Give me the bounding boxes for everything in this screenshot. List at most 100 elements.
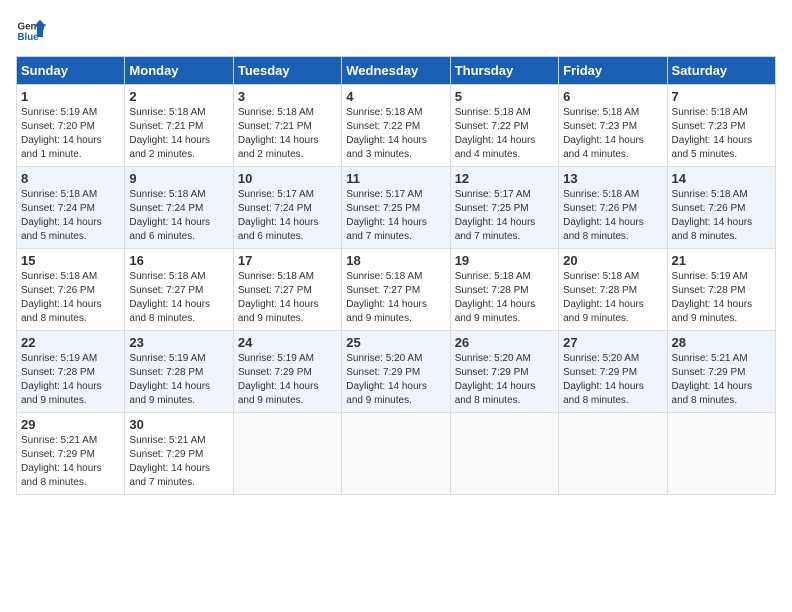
day-cell: 10 Sunrise: 5:17 AM Sunset: 7:24 PM Dayli…	[233, 167, 341, 249]
day-cell: 1 Sunrise: 5:19 AM Sunset: 7:20 PM Daylig…	[17, 85, 125, 167]
day-number: 12	[455, 171, 554, 186]
day-cell	[450, 413, 558, 495]
day-cell: 4 Sunrise: 5:18 AM Sunset: 7:22 PM Daylig…	[342, 85, 450, 167]
day-number: 30	[129, 417, 228, 432]
calendar-table: SundayMondayTuesdayWednesdayThursdayFrid…	[16, 56, 776, 495]
col-header-wednesday: Wednesday	[342, 57, 450, 85]
day-cell: 9Sunrise: 5:18 AM Sunset: 7:24 PM Daylig…	[125, 167, 233, 249]
day-info: Sunrise: 5:18 AM Sunset: 7:27 PM Dayligh…	[238, 270, 337, 326]
day-number: 16	[129, 253, 228, 268]
day-cell: 14 Sunrise: 5:18 AM Sunset: 7:26 PM Dayli…	[667, 167, 775, 249]
day-cell: 7 Sunrise: 5:18 AM Sunset: 7:23 PM Daylig…	[667, 85, 775, 167]
day-cell: 21 Sunrise: 5:19 AM Sunset: 7:28 PM Dayli…	[667, 249, 775, 331]
day-info: Sunrise: 5:18 AM Sunset: 7:24 PM Dayligh…	[21, 188, 120, 244]
day-cell	[342, 413, 450, 495]
day-info: Sunrise: 5:20 AM Sunset: 7:29 PM Dayligh…	[563, 352, 662, 408]
day-info: Sunrise: 5:18 AM Sunset: 7:23 PM Dayligh…	[672, 106, 771, 162]
day-info: Sunrise: 5:21 AM Sunset: 7:29 PM Dayligh…	[129, 434, 228, 490]
day-number: 23	[129, 335, 228, 350]
day-cell: 30 Sunrise: 5:21 AM Sunset: 7:29 PM Dayli…	[125, 413, 233, 495]
col-header-tuesday: Tuesday	[233, 57, 341, 85]
day-number: 27	[563, 335, 662, 350]
day-cell: 29Sunrise: 5:21 AM Sunset: 7:29 PM Dayli…	[17, 413, 125, 495]
week-row-3: 15 Sunrise: 5:18 AM Sunset: 7:26 PM Dayli…	[17, 249, 776, 331]
day-number: 15	[21, 253, 120, 268]
day-number: 29	[21, 417, 120, 432]
col-header-friday: Friday	[559, 57, 667, 85]
day-info: Sunrise: 5:18 AM Sunset: 7:26 PM Dayligh…	[21, 270, 120, 326]
day-number: 7	[672, 89, 771, 104]
day-number: 11	[346, 171, 445, 186]
day-info: Sunrise: 5:18 AM Sunset: 7:22 PM Dayligh…	[455, 106, 554, 162]
day-info: Sunrise: 5:17 AM Sunset: 7:25 PM Dayligh…	[346, 188, 445, 244]
day-cell: 24 Sunrise: 5:19 AM Sunset: 7:29 PM Dayli…	[233, 331, 341, 413]
day-cell: 18Sunrise: 5:18 AM Sunset: 7:27 PM Dayli…	[342, 249, 450, 331]
day-number: 17	[238, 253, 337, 268]
day-info: Sunrise: 5:19 AM Sunset: 7:29 PM Dayligh…	[238, 352, 337, 408]
day-info: Sunrise: 5:19 AM Sunset: 7:28 PM Dayligh…	[672, 270, 771, 326]
day-info: Sunrise: 5:18 AM Sunset: 7:22 PM Dayligh…	[346, 106, 445, 162]
day-info: Sunrise: 5:17 AM Sunset: 7:25 PM Dayligh…	[455, 188, 554, 244]
day-number: 25	[346, 335, 445, 350]
day-cell: 27 Sunrise: 5:20 AM Sunset: 7:29 PM Dayli…	[559, 331, 667, 413]
day-info: Sunrise: 5:18 AM Sunset: 7:28 PM Dayligh…	[455, 270, 554, 326]
day-cell: 15 Sunrise: 5:18 AM Sunset: 7:26 PM Dayli…	[17, 249, 125, 331]
day-number: 10	[238, 171, 337, 186]
day-info: Sunrise: 5:17 AM Sunset: 7:24 PM Dayligh…	[238, 188, 337, 244]
day-cell: 3 Sunrise: 5:18 AM Sunset: 7:21 PM Daylig…	[233, 85, 341, 167]
day-number: 5	[455, 89, 554, 104]
day-cell: 16 Sunrise: 5:18 AM Sunset: 7:27 PM Dayli…	[125, 249, 233, 331]
day-info: Sunrise: 5:18 AM Sunset: 7:26 PM Dayligh…	[672, 188, 771, 244]
col-header-saturday: Saturday	[667, 57, 775, 85]
day-number: 18	[346, 253, 445, 268]
day-cell: 19 Sunrise: 5:18 AM Sunset: 7:28 PM Dayli…	[450, 249, 558, 331]
day-number: 24	[238, 335, 337, 350]
day-number: 4	[346, 89, 445, 104]
day-cell: 25 Sunrise: 5:20 AM Sunset: 7:29 PM Dayli…	[342, 331, 450, 413]
svg-text:Blue: Blue	[18, 32, 40, 43]
day-cell: 5 Sunrise: 5:18 AM Sunset: 7:22 PM Daylig…	[450, 85, 558, 167]
day-info: Sunrise: 5:18 AM Sunset: 7:26 PM Dayligh…	[563, 188, 662, 244]
week-row-4: 22 Sunrise: 5:19 AM Sunset: 7:28 PM Dayli…	[17, 331, 776, 413]
day-cell	[559, 413, 667, 495]
day-info: Sunrise: 5:19 AM Sunset: 7:20 PM Dayligh…	[21, 106, 120, 162]
day-cell	[667, 413, 775, 495]
day-info: Sunrise: 5:21 AM Sunset: 7:29 PM Dayligh…	[672, 352, 771, 408]
day-info: Sunrise: 5:18 AM Sunset: 7:24 PM Dayligh…	[129, 188, 228, 244]
day-number: 28	[672, 335, 771, 350]
day-number: 1	[21, 89, 120, 104]
day-number: 3	[238, 89, 337, 104]
day-cell: 20 Sunrise: 5:18 AM Sunset: 7:28 PM Dayli…	[559, 249, 667, 331]
logo: General Blue	[16, 16, 46, 46]
week-row-1: 1 Sunrise: 5:19 AM Sunset: 7:20 PM Daylig…	[17, 85, 776, 167]
header: General Blue	[16, 16, 776, 46]
day-info: Sunrise: 5:20 AM Sunset: 7:29 PM Dayligh…	[346, 352, 445, 408]
day-number: 22	[21, 335, 120, 350]
day-info: Sunrise: 5:18 AM Sunset: 7:28 PM Dayligh…	[563, 270, 662, 326]
logo-icon: General Blue	[16, 16, 46, 46]
col-header-sunday: Sunday	[17, 57, 125, 85]
week-row-2: 8Sunrise: 5:18 AM Sunset: 7:24 PM Daylig…	[17, 167, 776, 249]
day-cell: 2Sunrise: 5:18 AM Sunset: 7:21 PM Daylig…	[125, 85, 233, 167]
day-cell: 17 Sunrise: 5:18 AM Sunset: 7:27 PM Dayli…	[233, 249, 341, 331]
day-number: 14	[672, 171, 771, 186]
header-row: SundayMondayTuesdayWednesdayThursdayFrid…	[17, 57, 776, 85]
day-number: 6	[563, 89, 662, 104]
day-info: Sunrise: 5:18 AM Sunset: 7:23 PM Dayligh…	[563, 106, 662, 162]
day-cell: 11 Sunrise: 5:17 AM Sunset: 7:25 PM Dayli…	[342, 167, 450, 249]
day-cell: 12 Sunrise: 5:17 AM Sunset: 7:25 PM Dayli…	[450, 167, 558, 249]
day-info: Sunrise: 5:18 AM Sunset: 7:27 PM Dayligh…	[129, 270, 228, 326]
col-header-thursday: Thursday	[450, 57, 558, 85]
day-number: 21	[672, 253, 771, 268]
day-info: Sunrise: 5:18 AM Sunset: 7:21 PM Dayligh…	[238, 106, 337, 162]
week-row-5: 29 Sunrise: 5:21 AM Sunset: 7:29 PM Dayli…	[17, 413, 776, 495]
day-info: Sunrise: 5:20 AM Sunset: 7:29 PM Dayligh…	[455, 352, 554, 408]
day-cell: 13Sunrise: 5:18 AM Sunset: 7:26 PM Dayli…	[559, 167, 667, 249]
col-header-monday: Monday	[125, 57, 233, 85]
day-cell: 23 Sunrise: 5:19 AM Sunset: 7:28 PM Dayli…	[125, 331, 233, 413]
day-cell: 22 Sunrise: 5:19 AM Sunset: 7:28 PM Dayli…	[17, 331, 125, 413]
day-info: Sunrise: 5:19 AM Sunset: 7:28 PM Dayligh…	[21, 352, 120, 408]
day-info: Sunrise: 5:19 AM Sunset: 7:28 PM Dayligh…	[129, 352, 228, 408]
day-number: 19	[455, 253, 554, 268]
day-number: 20	[563, 253, 662, 268]
